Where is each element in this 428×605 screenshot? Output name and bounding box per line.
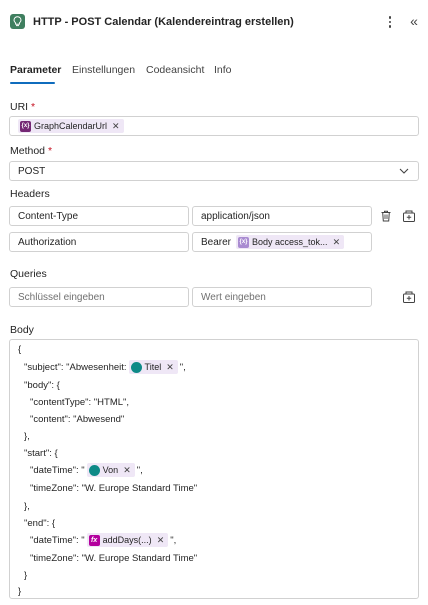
tab-info[interactable]: Info: [214, 64, 232, 76]
queries-label: Queries: [10, 268, 47, 280]
code-line: },: [24, 431, 30, 442]
code-line: }: [18, 586, 22, 597]
titel-token[interactable]: Titel ✕: [128, 360, 178, 374]
code-line: {: [18, 344, 22, 355]
tab-einstellungen[interactable]: Einstellungen: [72, 64, 135, 76]
function-icon: fx: [88, 534, 100, 546]
remove-token-icon[interactable]: ✕: [166, 362, 174, 373]
remove-token-icon[interactable]: ✕: [112, 121, 120, 132]
code-line: },: [24, 501, 30, 512]
active-tab-indicator: [10, 82, 55, 84]
code-line: "content": "Abwesend": [30, 414, 125, 425]
delete-icon[interactable]: [379, 209, 393, 223]
body-editor[interactable]: { "subject": "Abwesenheit: Titel ✕ ", "b…: [9, 339, 419, 599]
headers-label: Headers: [10, 188, 50, 200]
code-line: }: [24, 570, 28, 581]
code-line: "subject": "Abwesenheit: Titel ✕ ",: [24, 360, 186, 374]
uri-label: URI *: [10, 101, 36, 113]
uri-field[interactable]: {x} GraphCalendarUrl ✕: [9, 116, 419, 136]
more-vertical-icon[interactable]: [383, 13, 397, 31]
code-line: "body": {: [24, 380, 60, 391]
panel-header: HTTP - POST Calendar (Kalendereintrag er…: [0, 0, 428, 42]
query-value-input[interactable]: Wert eingeben: [192, 287, 372, 307]
code-line: "dateTime": " Von ✕ ",: [30, 463, 143, 477]
tab-parameter[interactable]: Parameter: [10, 64, 61, 76]
chevron-down-icon: [399, 168, 409, 174]
uri-variable-token[interactable]: {x} GraphCalendarUrl ✕: [18, 119, 124, 133]
code-line: "dateTime": " fx addDays(...) ✕ ",: [30, 533, 177, 547]
access-token-token[interactable]: {x} Body access_tok... ✕: [236, 235, 345, 249]
sharepoint-icon: [130, 361, 142, 373]
action-title[interactable]: HTTP - POST Calendar (Kalendereintrag er…: [33, 16, 294, 28]
method-label: Method *: [10, 145, 53, 157]
header-value-input[interactable]: Bearer {x} Body access_tok... ✕: [192, 232, 372, 252]
tab-codeansicht[interactable]: Codeansicht: [146, 64, 204, 76]
header-value-input[interactable]: application/json: [192, 206, 372, 226]
collapse-panel-icon[interactable]: «: [406, 12, 422, 30]
header-key-input[interactable]: Authorization: [9, 232, 189, 252]
code-line: "timeZone": "W. Europe Standard Time": [30, 553, 198, 564]
query-key-input[interactable]: Schlüssel eingeben: [9, 287, 189, 307]
adddays-expression-token[interactable]: fx addDays(...) ✕: [86, 533, 169, 547]
code-line: "end": {: [24, 518, 56, 529]
code-line: "start": {: [24, 448, 58, 459]
von-token[interactable]: Von ✕: [86, 463, 135, 477]
remove-token-icon[interactable]: ✕: [157, 535, 165, 546]
sharepoint-icon: [88, 464, 100, 476]
lightbulb-icon: [10, 14, 25, 29]
variable-icon: {x}: [20, 120, 31, 132]
remove-token-icon[interactable]: ✕: [123, 465, 131, 476]
insert-dynamic-content-icon[interactable]: [402, 209, 416, 223]
body-label: Body: [10, 324, 34, 336]
tab-bar: Parameter Einstellungen Codeansicht Info: [0, 58, 428, 86]
insert-dynamic-content-icon[interactable]: [402, 290, 416, 304]
http-output-icon: {x}: [238, 236, 250, 248]
remove-token-icon[interactable]: ✕: [333, 237, 341, 248]
code-line: "contentType": "HTML",: [30, 397, 130, 408]
method-value: POST: [18, 165, 46, 177]
code-line: "timeZone": "W. Europe Standard Time": [30, 483, 198, 494]
method-dropdown[interactable]: POST: [9, 161, 419, 181]
header-key-input[interactable]: Content-Type: [9, 206, 189, 226]
